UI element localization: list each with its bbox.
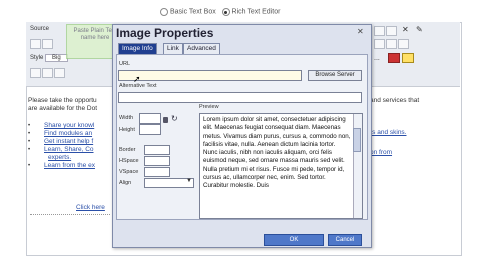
style-value: Big [45, 54, 68, 62]
source-label: Source [30, 26, 50, 32]
vspace-input[interactable] [144, 167, 170, 177]
list-item[interactable]: Learn, Share, Co [44, 146, 110, 154]
list-item[interactable]: Get instant help f [44, 138, 110, 146]
right-link-from[interactable]: on from [370, 149, 392, 156]
unlink-icon[interactable] [386, 39, 397, 49]
background-color-icon[interactable] [402, 53, 414, 63]
toolbar-more: ... [374, 55, 380, 62]
browse-server-button[interactable]: Browse Server [308, 70, 362, 81]
divider [30, 214, 110, 215]
width-label: Width [119, 115, 134, 121]
alt-text-input[interactable] [118, 92, 362, 103]
align-label: Align [119, 180, 132, 186]
dialog-title: Image Properties [116, 26, 214, 40]
intro-text-right: and services that [370, 97, 420, 104]
tab-advanced[interactable]: Advanced [183, 43, 220, 54]
list-item[interactable]: Learn from the ex [44, 162, 110, 170]
anchor-icon[interactable] [398, 39, 409, 49]
align-select[interactable]: ▼ [144, 178, 194, 188]
indent-icon[interactable] [42, 39, 53, 49]
radio-basic-text-box[interactable] [160, 8, 168, 16]
scrollbar-thumb[interactable] [353, 128, 361, 152]
chevron-down-icon: ▼ [186, 178, 192, 184]
style-label: Style [30, 55, 44, 61]
list-item[interactable]: Find modules an [44, 130, 110, 138]
image-icon[interactable] [30, 68, 41, 78]
mouse-cursor-icon: ➚ [133, 74, 141, 84]
preview-label: Preview [199, 104, 219, 110]
tab-link[interactable]: Link [163, 43, 183, 54]
radio-rich-text-editor[interactable] [221, 8, 230, 16]
url-input[interactable] [118, 70, 302, 81]
right-link-skins[interactable]: rs and skins. [370, 129, 407, 136]
table-icon[interactable] [42, 68, 53, 78]
tab-image-info[interactable]: Image Info [118, 43, 157, 54]
list-item[interactable]: Share your knowl [44, 122, 110, 130]
cancel-button[interactable]: Cancel [328, 234, 362, 246]
preview-scrollbar[interactable] [353, 114, 362, 218]
source-button[interactable]: Source [30, 26, 49, 32]
ok-button[interactable]: OK [264, 234, 324, 246]
border-label: Border [119, 147, 136, 153]
cut-icon[interactable] [374, 26, 385, 36]
vspace-label: VSpace [119, 169, 139, 175]
preview-text: Lorem ipsum dolor sit amet, consectetuer… [203, 116, 351, 190]
close-icon[interactable]: ✕ [357, 27, 364, 36]
list-icon[interactable] [30, 39, 41, 49]
bullet-list: Share your knowl Find modules an Get ins… [44, 122, 110, 170]
radio-rich-label: Rich Text Editor [231, 8, 281, 16]
copy-icon[interactable] [386, 26, 397, 36]
list-item[interactable]: experts. [44, 154, 110, 162]
style-dropdown[interactable]: Style Big [30, 54, 68, 62]
text-color-icon[interactable] [388, 53, 400, 63]
smiley-icon[interactable] [54, 68, 65, 78]
hspace-input[interactable] [144, 156, 170, 166]
click-here-link[interactable]: Click here [76, 204, 105, 211]
lock-ratio-icon[interactable] [163, 117, 168, 123]
reset-size-icon[interactable]: ↻ [171, 114, 178, 123]
link-icon[interactable] [374, 39, 385, 49]
more-icon[interactable]: ✎ [416, 25, 423, 34]
editor-mode-selector: Basic Text Box Rich Text Editor [160, 8, 280, 16]
remove-format-icon[interactable]: ✕ [402, 25, 409, 34]
border-input[interactable] [144, 145, 170, 155]
radio-basic-label: Basic Text Box [169, 8, 216, 16]
hspace-label: HSpace [119, 158, 139, 164]
height-label: Height [119, 127, 135, 133]
bullet-markers: • • • • • [28, 123, 31, 169]
url-label: URL [119, 61, 131, 67]
height-input[interactable] [139, 124, 161, 135]
preview-box: Lorem ipsum dolor sit amet, consectetuer… [199, 113, 363, 219]
width-input[interactable] [139, 113, 161, 124]
